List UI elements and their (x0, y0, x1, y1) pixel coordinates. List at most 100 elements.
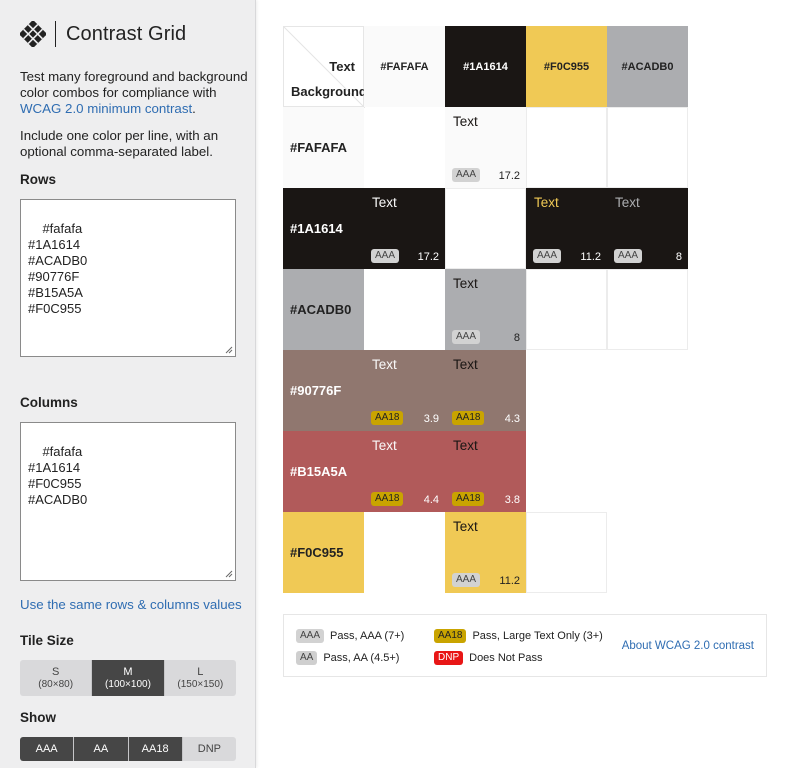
contrast-ratio: 8 (675, 251, 682, 263)
intro-help-text: Include one color per line, with an opti… (20, 128, 219, 159)
resize-grip-icon[interactable] (225, 346, 233, 354)
rows-textarea[interactable]: #fafafa #1A1614 #ACADB0 #90776F #B15A5A … (20, 199, 236, 357)
contrast-ratio: 3.9 (423, 413, 439, 425)
sample-text: Text (453, 357, 478, 372)
compliance-badge: AAA (371, 249, 400, 263)
row-header: #ACADB0 (283, 269, 364, 350)
columns-label: Columns (20, 395, 78, 410)
column-header: #FAFAFA (364, 26, 445, 107)
sidebar: Contrast Grid Test many foreground and b… (0, 0, 256, 768)
empty-tile (607, 107, 688, 188)
tile-size-option-label: M (123, 666, 133, 678)
compliance-badge: AA18 (452, 492, 485, 506)
compliance-badge: AA18 (371, 411, 404, 425)
tile-size-option-sub: (100×100) (105, 679, 151, 690)
contrast-tile: Text AAA 11.2 (445, 512, 526, 593)
sample-text: Text (534, 195, 559, 210)
empty-tile (607, 269, 688, 350)
compliance-badge: AAA (614, 249, 643, 263)
empty-tile (526, 107, 607, 188)
legend-badge: AAA (296, 629, 325, 643)
sample-text: Text (453, 519, 478, 534)
corner-background-label: Background (291, 84, 367, 99)
row-header: #FAFAFA (283, 107, 364, 188)
legend-item-aa18: AA18 Pass, Large Text Only (3+) (434, 629, 603, 643)
compliance-badge: AAA (533, 249, 562, 263)
rows-label: Rows (20, 172, 57, 187)
tile-size-label: Tile Size (20, 633, 74, 648)
compliance-badge: AA18 (371, 492, 404, 506)
sample-text: Text (372, 438, 397, 453)
brand: Contrast Grid (20, 20, 186, 48)
legend-item-aaa: AAA Pass, AAA (7+) (296, 629, 404, 643)
sample-text: Text (453, 438, 478, 453)
sample-text: Text (615, 195, 640, 210)
intro-text: Test many foreground and background colo… (20, 69, 248, 117)
tile-size-option-s[interactable]: S (80×80) (20, 660, 93, 696)
contrast-tile: Text AA18 4.3 (445, 350, 526, 431)
contrast-tile: Text AA18 3.9 (364, 350, 445, 431)
column-header: #F0C955 (526, 26, 607, 107)
row-header: #1A1614 (283, 188, 364, 269)
contrast-ratio: 11.2 (499, 575, 520, 587)
contrast-ratio: 4.3 (504, 413, 520, 425)
contrast-tile: Text AAA 8 (607, 188, 688, 269)
show-option-aaa[interactable]: AAA (20, 737, 75, 761)
contrast-tile: Text AA18 3.8 (445, 431, 526, 512)
show-option-dnp[interactable]: DNP (182, 737, 236, 761)
contrast-ratio: 4.4 (423, 494, 439, 506)
intro-prefix: Test many foreground and background colo… (20, 69, 248, 100)
sample-text: Text (453, 114, 478, 129)
intro-suffix: . (192, 101, 196, 116)
about-wcag-link[interactable]: About WCAG 2.0 contrast (622, 640, 754, 652)
same-values-link[interactable]: Use the same rows & columns values (20, 597, 242, 612)
contrast-grid-logo-icon (20, 21, 46, 47)
sample-text: Text (372, 195, 397, 210)
columns-textarea[interactable]: #fafafa #1A1614 #F0C955 #ACADB0 (20, 422, 236, 581)
wcag-link[interactable]: WCAG 2.0 minimum contrast (20, 101, 192, 116)
contrast-tile: Text AAA 17.2 (445, 107, 526, 188)
compliance-badge: AAA (452, 330, 481, 344)
tile-size-option-m[interactable]: M (100×100) (92, 660, 165, 696)
contrast-ratio: 8 (513, 332, 520, 344)
empty-tile (526, 269, 607, 350)
column-header: #1A1614 (445, 26, 526, 107)
show-filter-control: AAA AA AA18 DNP (20, 737, 236, 761)
legend-badge: DNP (434, 651, 464, 665)
rows-textarea-value: #fafafa #1A1614 #ACADB0 #90776F #B15A5A … (28, 221, 88, 316)
column-header: #ACADB0 (607, 26, 688, 107)
app-title: Contrast Grid (66, 22, 187, 45)
legend: About WCAG 2.0 contrast AAA Pass, AAA (7+… (283, 614, 767, 677)
sample-text: Text (453, 276, 478, 291)
legend-text: Does Not Pass (469, 652, 543, 664)
columns-textarea-value: #fafafa #1A1614 #F0C955 #ACADB0 (28, 444, 88, 507)
show-option-aa18[interactable]: AA18 (128, 737, 183, 761)
tile-size-option-l[interactable]: L (150×150) (164, 660, 236, 696)
legend-item-aa: AA Pass, AA (4.5+) (296, 651, 399, 665)
compliance-badge: AAA (452, 573, 481, 587)
tile-size-option-label: L (197, 666, 204, 678)
tile-size-option-label: S (51, 666, 60, 678)
compliance-badge: AAA (452, 168, 481, 182)
show-label: Show (20, 710, 56, 725)
legend-text: Pass, AAA (7+) (330, 630, 405, 642)
empty-tile (526, 512, 607, 593)
tile-size-control: S (80×80) M (100×100) L (150×150) (20, 660, 236, 696)
row-header: #90776F (283, 350, 364, 431)
contrast-ratio: 3.8 (504, 494, 520, 506)
contrast-ratio: 11.2 (580, 251, 601, 263)
empty-tile (445, 188, 526, 269)
contrast-tile: Text AAA 17.2 (364, 188, 445, 269)
contrast-ratio: 17.2 (417, 251, 439, 263)
tile-size-option-sub: (150×150) (177, 679, 224, 690)
grid-corner: Text Background (283, 26, 367, 108)
resize-grip-icon[interactable] (225, 570, 233, 578)
legend-badge: AA (296, 651, 318, 665)
row-header: #F0C955 (283, 512, 364, 593)
contrast-tile: Text AAA 8 (445, 269, 526, 350)
show-option-aa[interactable]: AA (74, 737, 129, 761)
brand-divider (55, 21, 56, 47)
legend-text: Pass, AA (4.5+) (323, 652, 400, 664)
corner-text-label: Text (329, 59, 355, 74)
contrast-tile: Text AA18 4.4 (364, 431, 445, 512)
